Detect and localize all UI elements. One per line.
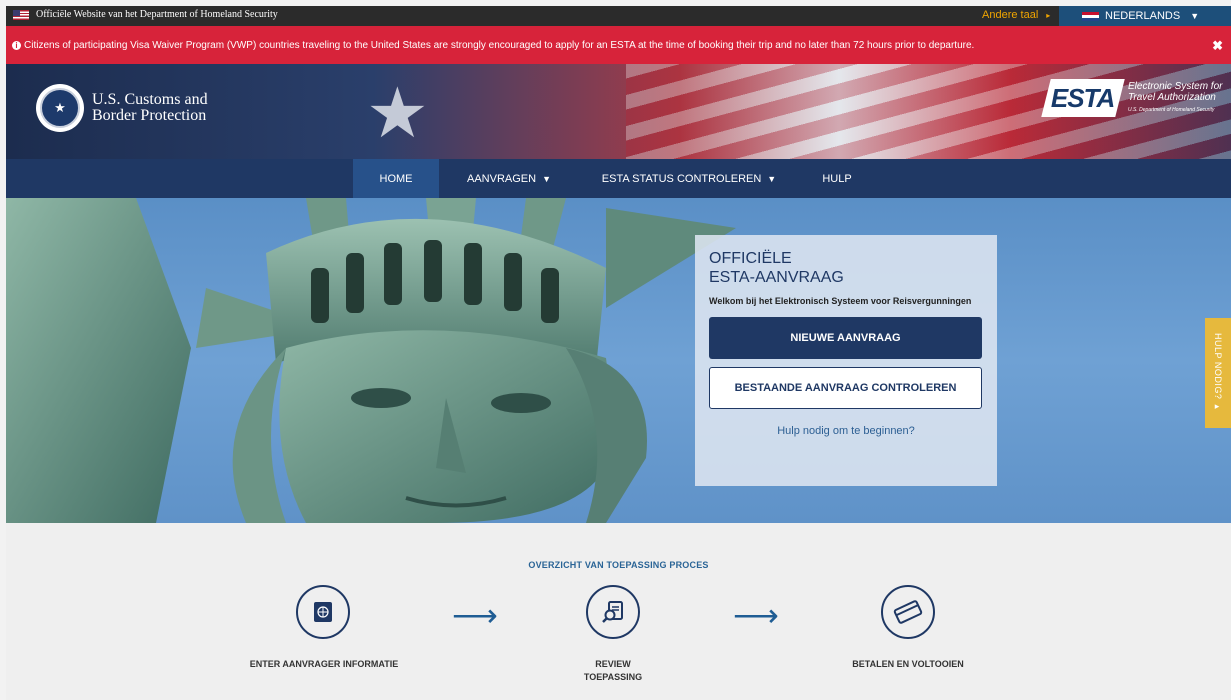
process-overview: OVERZICHT VAN TOEPASSING PROCES ENTER AA… xyxy=(6,523,1231,700)
process-title: OVERZICHT VAN TOEPASSING PROCES xyxy=(528,560,709,570)
step-label-enter-info: ENTER AANVRAGER INFORMATIE xyxy=(249,659,399,669)
nav-item-esta-status[interactable]: ESTA STATUS CONTROLEREN ▼ xyxy=(594,159,784,198)
language-label: NEDERLANDS xyxy=(1105,10,1181,22)
document-search-icon xyxy=(586,585,640,639)
card-title-line1: OFFICIËLE xyxy=(709,250,792,267)
official-site-bar: Officiële Website van het Department of … xyxy=(6,6,1231,26)
welcome-text: Welkom bij het Elektronisch Systeem voor… xyxy=(709,296,972,306)
agency-name-line2: Border Protection xyxy=(92,107,207,124)
info-icon: i xyxy=(12,41,21,50)
flag-star-decoration: ★ xyxy=(366,74,429,152)
nav-item-hulp[interactable]: HULP xyxy=(812,159,862,198)
page-frame: Officiële Website van het Department of … xyxy=(6,6,1231,700)
credit-card-icon xyxy=(881,585,935,639)
step-label-line2: TOEPASSING xyxy=(583,672,643,682)
esta-mark-icon: ESTA xyxy=(1041,79,1125,117)
dhs-seal-icon: ★ xyxy=(36,84,84,132)
esta-subtitle: U.S. Department of Homeland Security xyxy=(1128,106,1215,113)
nav-item-home[interactable]: HOME xyxy=(353,159,439,198)
esta-line2: Travel Authorization xyxy=(1128,91,1216,103)
new-application-button[interactable]: NIEUWE AANVRAAG xyxy=(709,317,982,359)
step-label-pay: BETALEN EN VOLTOOIEN xyxy=(852,659,964,669)
nav-item-label: AANVRAGEN xyxy=(467,172,537,185)
chevron-right-icon: ▸ xyxy=(1046,11,1051,20)
main-nav: HOME AANVRAGEN ▼ ESTA STATUS CONTROLEREN ▼… xyxy=(6,159,1231,198)
nav-item-aanvragen[interactable]: AANVRAGEN ▼ xyxy=(453,159,565,198)
esta-mark-text: ESTA xyxy=(1051,82,1115,113)
chevron-down-icon: ▼ xyxy=(1190,11,1200,21)
language-selector[interactable]: NEDERLANDS ▼ xyxy=(1059,6,1231,26)
caret-down-icon: ▼ xyxy=(767,173,777,184)
nav-item-label: HULP xyxy=(822,172,852,185)
passport-icon xyxy=(296,585,350,639)
help-getting-started-link[interactable]: Hulp nodig om te beginnen? xyxy=(709,425,983,437)
arrow-right-icon: ⟶ xyxy=(452,597,498,633)
other-language-label: Andere taal xyxy=(982,9,1039,21)
official-site-text: Officiële Website van het Department of … xyxy=(36,9,278,20)
step-label-review: REVIEW TOEPASSING xyxy=(566,658,660,684)
nav-item-label: ESTA STATUS CONTROLEREN xyxy=(601,172,762,185)
application-card: OFFICIËLE ESTA-AANVRAAG Welkom bij het E… xyxy=(695,235,997,486)
close-icon[interactable]: ✖ xyxy=(1212,38,1223,54)
site-header: ★ ★ U.S. Customs and Border Protection E… xyxy=(6,64,1231,159)
esta-line1: Electronic System for xyxy=(1128,80,1223,92)
hero-banner: HULP NODIG? ▸ xyxy=(6,198,1231,523)
card-title-line2: ESTA-AANVRAAG xyxy=(709,269,844,286)
official-site-notice: Officiële Website van het Department of … xyxy=(13,9,278,20)
other-language-link[interactable]: Andere taal ▸ xyxy=(982,9,1050,21)
caret-down-icon: ▼ xyxy=(542,173,551,184)
agency-name-line1: U.S. Customs and xyxy=(92,91,208,108)
help-tab-label: HULP NODIG? xyxy=(1213,333,1223,400)
cbp-logo[interactable]: ★ U.S. Customs and Border Protection xyxy=(36,84,208,132)
esta-logo[interactable]: ESTA Electronic System for Travel Author… xyxy=(1041,79,1223,117)
nav-item-label: HOME xyxy=(379,172,413,185)
netherlands-flag-icon xyxy=(1082,11,1099,21)
vwp-alert-banner: i Citizens of participating Visa Waiver P… xyxy=(6,26,1231,64)
statue-of-liberty-image xyxy=(6,198,736,523)
arrow-right-icon: ⟶ xyxy=(733,597,779,633)
alert-message: Citizens of participating Visa Waiver Pr… xyxy=(24,40,975,51)
step-label-line1: REVIEW xyxy=(595,659,631,669)
us-flag-icon xyxy=(13,9,29,20)
check-existing-application-button[interactable]: BESTAANDE AANVRAAG CONTROLEREN xyxy=(709,367,982,409)
help-needed-tab[interactable]: HULP NODIG? ▸ xyxy=(1205,318,1231,428)
